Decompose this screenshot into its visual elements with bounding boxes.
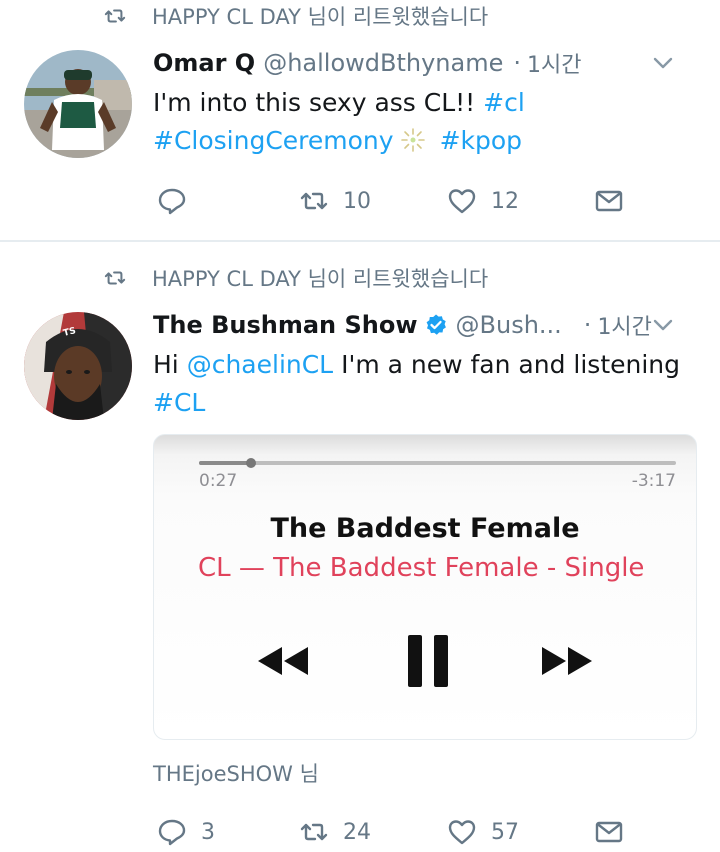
tweet-header: The Bushman Show @Bush... · 1시간 <box>153 308 696 342</box>
retweet-count: 10 <box>343 188 371 214</box>
tweet-header: Omar Q @hallowdBthyname · 1시간 <box>153 46 696 80</box>
separator-dot: · <box>583 311 592 339</box>
tweet-actions: 3 24 57 <box>157 814 637 850</box>
pause-button[interactable] <box>406 633 450 689</box>
like-button[interactable]: 12 <box>447 183 519 219</box>
pause-icon <box>408 635 448 687</box>
reply-icon <box>158 188 186 215</box>
heart-icon <box>448 820 476 845</box>
author-name[interactable]: The Bushman Show <box>153 311 418 339</box>
retweet-context: HAPPY CL DAY 님이 리트윗했습니다 <box>104 264 488 292</box>
retweet-context-label: HAPPY CL DAY 님이 리트윗했습니다 <box>152 267 489 291</box>
retweet-icon <box>104 5 126 27</box>
playback-controls <box>254 633 614 689</box>
tweet-bushman-show[interactable]: HAPPY CL DAY 님이 리트윗했습니다 TS The Bushman S… <box>0 242 720 762</box>
avatar[interactable] <box>24 50 132 158</box>
mention-link[interactable]: @chaelinCL <box>187 350 333 379</box>
playback-scrubber[interactable] <box>199 458 676 468</box>
like-count: 57 <box>491 819 519 845</box>
avatar[interactable]: TS <box>24 312 132 420</box>
tweet-text-plain: I'm a new fan and listening <box>333 350 680 379</box>
tweet-actions: 10 12 <box>157 183 637 219</box>
playback-progress <box>199 461 252 465</box>
rewind-icon <box>258 647 308 675</box>
hashtag-link[interactable]: #ClosingCeremony <box>153 126 394 155</box>
music-player-card[interactable]: 0:27 -3:17 The Baddest Female CL — The B… <box>153 434 697 740</box>
reply-icon <box>158 819 186 846</box>
author-name[interactable]: Omar Q <box>153 49 255 77</box>
hashtag-link[interactable]: #cl <box>483 88 525 117</box>
like-button[interactable]: 57 <box>447 814 519 850</box>
retweet-count: 24 <box>343 819 371 845</box>
dm-share-button[interactable] <box>594 183 624 219</box>
retweet-icon <box>300 192 328 210</box>
tweet-time: 1시간 <box>597 315 652 340</box>
author-handle[interactable]: @hallowdBthyname <box>263 49 503 77</box>
reply-button[interactable]: 3 <box>157 814 215 850</box>
envelope-icon <box>595 821 623 843</box>
song-title: The Baddest Female <box>270 513 580 544</box>
hashtag-link[interactable]: #CL <box>153 388 205 417</box>
separator-dot: · <box>513 49 521 77</box>
envelope-icon <box>595 190 623 212</box>
tweet-text-plain: Hi <box>153 350 187 379</box>
retweet-button[interactable]: 24 <box>299 814 371 850</box>
chevron-down-icon[interactable] <box>652 54 674 72</box>
retweet-context: HAPPY CL DAY 님이 리트윗했습니다 <box>104 2 488 30</box>
tweet-text-plain: I'm into this sexy ass CL!! <box>153 88 484 117</box>
firework-emoji-icon <box>400 126 426 152</box>
fast-forward-button[interactable] <box>540 643 596 679</box>
tweet-text: I'm into this sexy ass CL!! #cl #Closing… <box>153 84 690 160</box>
retweet-icon <box>104 267 126 289</box>
reply-button[interactable] <box>157 183 187 219</box>
hashtag-link[interactable]: #kpop <box>440 126 522 155</box>
retweet-button[interactable]: 10 <box>299 183 371 219</box>
retweet-context-label: HAPPY CL DAY 님이 리트윗했습니다 <box>152 5 489 29</box>
next-tweet-author[interactable]: THEjoeSHOW 님 <box>153 758 319 788</box>
tweet-text: Hi @chaelinCL I'm a new fan and listenin… <box>153 346 690 422</box>
reply-count: 3 <box>201 819 215 845</box>
remaining-time: -3:17 <box>631 471 676 491</box>
heart-icon <box>448 189 476 214</box>
scrubber-handle[interactable] <box>246 458 257 468</box>
fast-forward-icon <box>542 647 592 675</box>
like-count: 12 <box>491 188 519 214</box>
chevron-down-icon[interactable] <box>652 316 674 334</box>
author-handle[interactable]: @Bush... <box>456 311 562 339</box>
verified-badge-icon <box>424 313 448 337</box>
tweet-time: 1시간 <box>527 53 582 78</box>
elapsed-time: 0:27 <box>199 471 238 491</box>
rewind-button[interactable] <box>254 643 310 679</box>
artist-album: CL — The Baddest Female - Single <box>198 553 645 583</box>
retweet-icon <box>300 823 328 841</box>
dm-share-button[interactable] <box>594 814 624 850</box>
tweet-omar-q[interactable]: HAPPY CL DAY 님이 리트윗했습니다 Omar Q @hallowdB… <box>0 0 720 240</box>
